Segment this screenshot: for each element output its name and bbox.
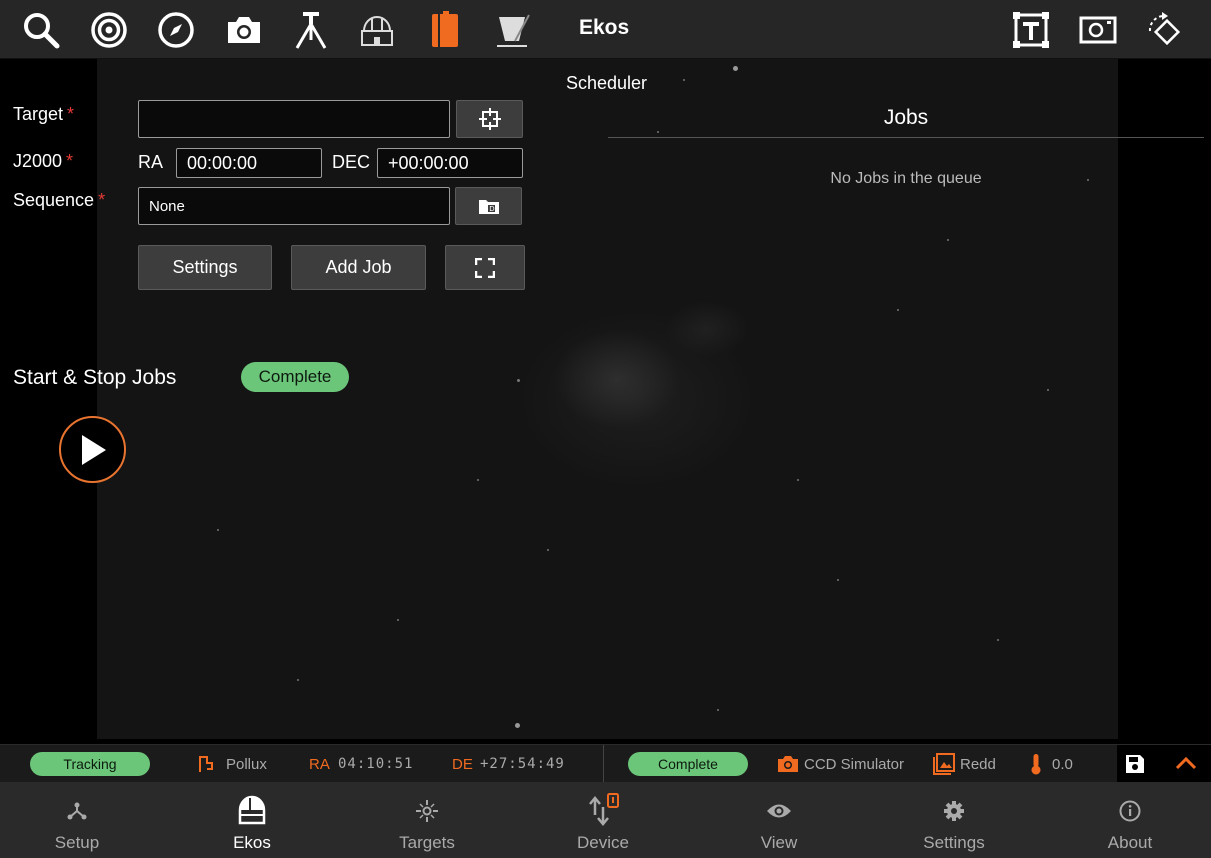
search-icon[interactable]	[19, 8, 63, 52]
targets-icon	[416, 800, 438, 822]
settings-button[interactable]: Settings	[138, 245, 272, 290]
ra-label: RA	[138, 152, 164, 172]
chevron-up-icon[interactable]	[1175, 756, 1197, 770]
mount-status-badge: Tracking	[30, 752, 150, 776]
camera-icon[interactable]	[222, 8, 266, 52]
status-bar: Tracking Pollux RA 04:10:51 DE +27:54:49…	[0, 744, 1211, 783]
dec-input[interactable]: +00:00:00	[377, 148, 523, 178]
temperature-value: 0.0	[1052, 756, 1073, 773]
target-label: Target *	[13, 104, 75, 124]
camera-status-icon	[778, 756, 798, 772]
info-icon	[1119, 800, 1141, 822]
nav-targets-label: Targets	[399, 833, 455, 852]
flat-field-icon[interactable]	[490, 8, 534, 52]
top-toolbar: Ekos	[0, 0, 1211, 59]
start-scheduler-button[interactable]	[59, 416, 126, 483]
tripod-icon[interactable]	[289, 8, 333, 52]
sequence-input[interactable]: None	[138, 187, 450, 225]
sequence-label: Sequence *	[13, 190, 106, 210]
text-frame-icon[interactable]	[1009, 8, 1053, 52]
save-icon[interactable]	[1125, 754, 1145, 774]
start-stop-label: Start & Stop Jobs	[13, 366, 177, 389]
nav-settings-label: Settings	[923, 833, 985, 852]
ra-input[interactable]: 00:00:00	[176, 148, 322, 178]
target-input[interactable]	[138, 100, 450, 138]
nav-view[interactable]: View	[704, 782, 854, 858]
nav-about[interactable]: About	[1055, 782, 1205, 858]
scheduler-status-pill: Complete	[628, 752, 748, 776]
fullscreen-button[interactable]	[445, 245, 525, 290]
ekos-icon	[238, 795, 266, 825]
find-target-button[interactable]	[456, 100, 523, 138]
nav-settings[interactable]: Settings	[879, 782, 1029, 858]
jobs-title: Jobs	[883, 106, 929, 129]
gear-icon	[944, 801, 964, 821]
expand-icon	[475, 257, 495, 278]
nav-device[interactable]: Device	[528, 782, 678, 858]
observatory-icon[interactable]	[355, 8, 399, 52]
de-status-label: DE	[452, 756, 473, 773]
jobs-empty-text: No Jobs in the queue	[830, 170, 982, 187]
scheduler-status-badge: Complete	[241, 362, 349, 392]
device-icon	[589, 793, 619, 826]
compass-icon[interactable]	[154, 8, 198, 52]
nav-about-label: About	[1107, 833, 1153, 852]
eye-icon	[767, 804, 791, 818]
scheduler-title: Scheduler	[566, 73, 648, 93]
nav-view-label: View	[760, 833, 798, 852]
scheduler-icon[interactable]	[423, 8, 467, 52]
filter-name: Redd	[960, 756, 996, 773]
image-icon	[933, 753, 955, 775]
nav-setup-label: Setup	[54, 833, 100, 852]
camera-name: CCD Simulator	[804, 756, 905, 773]
save-area	[1117, 745, 1211, 783]
ra-status-label: RA	[309, 756, 330, 773]
nav-ekos-label: Ekos	[233, 833, 271, 852]
crosshair-icon	[478, 108, 501, 130]
svg-text:D: D	[489, 205, 494, 213]
play-icon	[81, 434, 106, 465]
folder-icon: D	[478, 200, 499, 214]
target-icon[interactable]	[87, 8, 131, 52]
rotate-icon[interactable]	[1143, 8, 1187, 52]
de-status-value: +27:54:49	[480, 756, 565, 772]
jobs-divider	[608, 137, 1204, 138]
dec-label: DEC	[332, 152, 371, 172]
flag-icon	[199, 756, 213, 772]
nav-device-label: Device	[577, 833, 629, 852]
add-job-button[interactable]: Add Job	[291, 245, 426, 290]
thermometer-icon	[1031, 754, 1041, 775]
app-title: Ekos	[579, 16, 630, 39]
target-name: Pollux	[226, 756, 267, 773]
j2000-label: J2000 *	[13, 151, 74, 171]
nav-ekos[interactable]: Ekos	[177, 782, 327, 858]
frame-icon[interactable]	[1076, 8, 1120, 52]
nav-targets[interactable]: Targets	[352, 782, 502, 858]
select-sequence-button[interactable]: D	[455, 187, 522, 225]
bottom-navigation: Setup Ekos Targets Device View Settings …	[0, 782, 1211, 858]
ra-status-value: 04:10:51	[338, 756, 414, 772]
setup-icon	[67, 802, 87, 820]
nav-setup[interactable]: Setup	[2, 782, 152, 858]
status-divider	[603, 745, 604, 783]
